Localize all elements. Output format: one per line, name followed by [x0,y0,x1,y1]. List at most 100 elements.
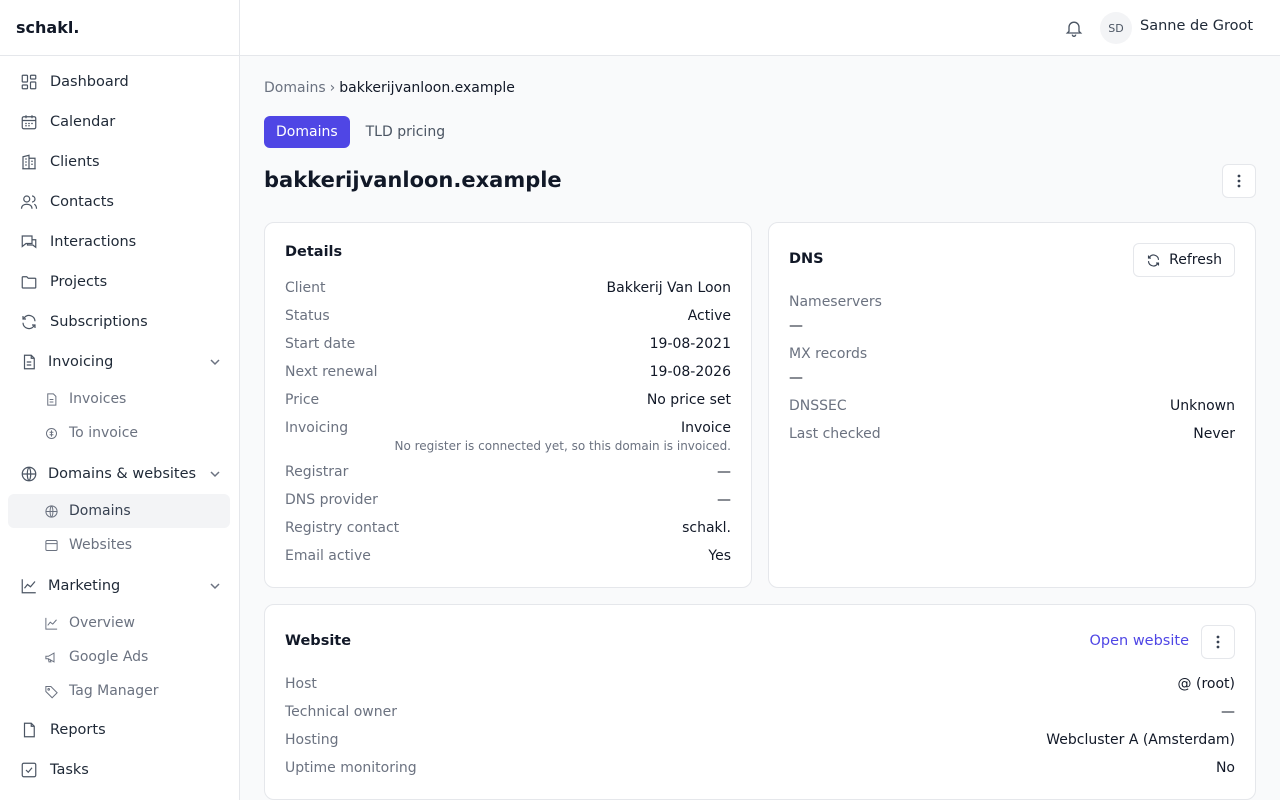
sidebar-item-subscriptions[interactable]: Subscriptions [0,302,239,342]
detail-row-price: Price No price set [285,392,731,408]
sidebar-subitem-tag-manager[interactable]: Tag Manager [8,674,230,708]
dnssec-label: DNSSEC [789,398,847,414]
sidebar-subitem-label: Websites [69,537,133,553]
sidebar-group-label: Marketing [48,578,121,594]
sidebar-group-label: Domains & websites [48,466,197,482]
detail-row-email-active: Email active Yes [285,548,731,564]
detail-label: Start date [285,336,356,352]
sidebar-nav: Dashboard Calendar Clients Contacts Inte… [0,56,239,790]
tag-icon [45,685,58,698]
detail-label: Invoicing [285,420,349,436]
sidebar-subitem-invoices[interactable]: Invoices [8,382,230,416]
dns-row-dnssec: DNSSEC Unknown [789,398,1235,414]
sidebar-item-reports[interactable]: Reports [0,710,239,750]
bell-icon[interactable] [1064,18,1084,38]
breadcrumb-separator: › [329,80,336,96]
sidebar-item-tasks[interactable]: Tasks [0,750,239,790]
topbar: SD Sanne de Groot [240,0,1280,56]
avatar[interactable]: SD [1100,12,1132,44]
dns-card: DNS Refresh Nameservers — MX records — D… [768,222,1256,588]
refresh-label: Refresh [1169,252,1222,268]
detail-label: Registrar [285,464,349,480]
sidebar-subitem-label: Overview [69,615,135,631]
refresh-button[interactable]: Refresh [1133,243,1235,277]
website-title: Website [285,633,352,649]
detail-row-registrar: Registrar — [285,464,731,480]
sidebar-group-invoicing[interactable]: Invoicing [0,342,239,382]
website-label: Hosting [285,732,339,748]
file-icon [47,392,57,406]
detail-row-registry-contact: Registry contact schakl. [285,520,731,536]
user-name[interactable]: Sanne de Groot [1140,18,1253,34]
sidebar-item-label: Dashboard [50,74,129,90]
website-actions-button[interactable] [1201,625,1235,659]
website-row-technical-owner: Technical owner — [285,704,1235,720]
last-checked-label: Last checked [789,426,881,442]
sidebar-item-dashboard[interactable]: Dashboard [0,62,239,102]
sidebar-subitem-label: Google Ads [69,649,149,665]
invoicing-note: No register is connected yet, so this do… [394,439,732,453]
chart-line-icon [21,579,36,594]
sidebar-subitem-overview[interactable]: Overview [8,606,230,640]
dashboard-icon [21,74,37,90]
website-row-uptime-monitoring: Uptime monitoring No [285,760,1235,776]
sidebar-subitem-google-ads[interactable]: Google Ads [8,640,230,674]
sidebar-subitem-label: Invoices [69,391,127,407]
detail-label: Next renewal [285,364,378,380]
sidebar-item-clients[interactable]: Clients [0,142,239,182]
sidebar-item-contacts[interactable]: Contacts [0,182,239,222]
sidebar-subitem-websites[interactable]: Websites [8,528,230,562]
globe-icon [45,504,58,518]
sidebar-item-label: Reports [50,722,106,738]
document-icon [23,354,35,370]
tab-bar: Domains TLD pricing [264,116,461,148]
detail-label: Email active [285,548,371,564]
detail-label: Client [285,280,326,296]
users-icon [20,195,38,209]
breadcrumb: Domains › bakkerijvanloon.example [264,80,515,96]
sidebar-item-label: Tasks [50,762,89,778]
detail-value: 19-08-2026 [649,364,731,380]
dns-row-last-checked: Last checked Never [789,426,1235,442]
open-website-link[interactable]: Open website [1089,633,1189,649]
detail-label: Registry contact [285,520,400,536]
last-checked-value: Never [1193,426,1235,442]
detail-value: Yes [708,548,731,564]
brand-logo[interactable]: schakl. [0,0,239,56]
detail-value: No price set [646,392,731,408]
detail-row-client: Client Bakkerij Van Loon [285,280,731,296]
browser-icon [45,539,58,551]
detail-value: — [717,492,731,508]
sidebar-item-label: Calendar [50,114,116,130]
sidebar-item-label: Projects [50,274,108,290]
nameservers-value: — [789,318,803,334]
refresh-icon [1148,254,1160,266]
website-value: Webcluster A (Amsterdam) [1046,732,1235,748]
sidebar-item-interactions[interactable]: Interactions [0,222,239,262]
tab-domains[interactable]: Domains [264,116,350,148]
website-value: — [1221,704,1235,720]
mx-records-value: — [789,370,803,386]
dns-title: DNS [789,251,824,267]
breadcrumb-link-domains[interactable]: Domains [264,80,326,96]
detail-row-start-date: Start date 19-08-2021 [285,336,731,352]
website-label: Technical owner [285,704,397,720]
sidebar-item-projects[interactable]: Projects [0,262,239,302]
chart-line-icon [45,617,58,630]
page-actions-button[interactable] [1222,164,1256,198]
sidebar-subitem-domains[interactable]: Domains [8,494,230,528]
sidebar-item-calendar[interactable]: Calendar [0,102,239,142]
detail-value: Invoice [680,420,731,436]
tab-tld-pricing[interactable]: TLD pricing [354,116,457,148]
breadcrumb-current: bakkerijvanloon.example [339,80,515,96]
website-label: Host [285,676,317,692]
sidebar-group-domains[interactable]: Domains & websites [0,454,239,494]
chat-icon [21,235,37,249]
refresh-icon [22,314,36,330]
detail-value[interactable]: Bakkerij Van Loon [607,280,731,296]
sidebar-group-marketing[interactable]: Marketing [0,566,239,606]
sidebar-subitem-to-invoice[interactable]: To invoice [8,416,230,450]
detail-value: 19-08-2021 [649,336,731,352]
folder-icon [21,276,37,289]
megaphone-icon [45,651,55,663]
